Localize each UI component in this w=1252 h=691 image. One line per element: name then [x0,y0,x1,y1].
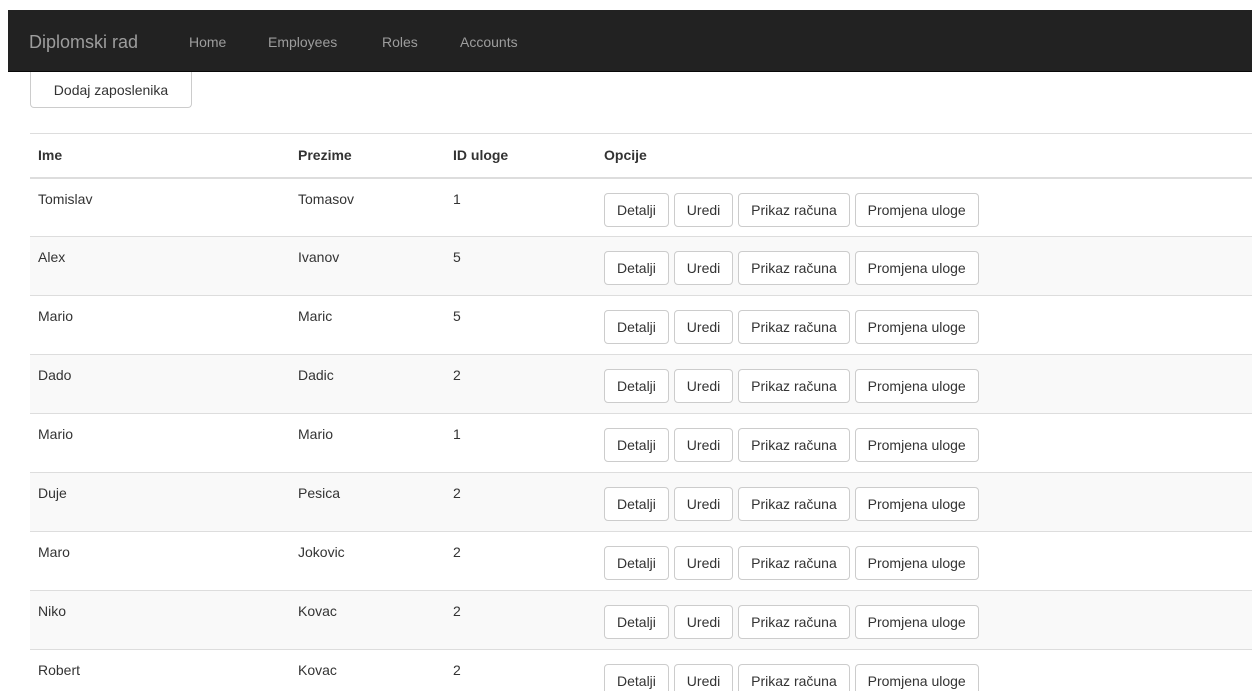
table-row: Alex Ivanov 5 Detalji Uredi Prikaz računa P… [30,236,1252,296]
details-button[interactable]: Detalji [604,664,669,691]
cell-id-uloge: 2 [445,472,596,532]
edit-button[interactable]: Uredi [673,605,734,639]
cell-id-uloge: 2 [445,590,596,650]
cell-prezime: Kovac [290,649,445,691]
table-row: Niko Kovac 2 Detalji Uredi Prikaz računa Pr… [30,590,1252,650]
view-accounts-button[interactable]: Prikaz računa [738,310,850,344]
cell-ime: Mario [30,295,290,355]
change-role-button[interactable]: Promjena uloge [854,664,979,691]
table-row: Mario Mario 1 Detalji Uredi Prikaz računa P… [30,413,1252,473]
cell-ime: Tomislav [30,177,290,237]
cell-opcije: Detalji Uredi Prikaz računa Promjena ulo… [596,295,1252,355]
cell-opcije: Detalji Uredi Prikaz računa Promjena ulo… [596,236,1252,296]
cell-id-uloge: 5 [445,236,596,296]
cell-id-uloge: 1 [445,413,596,473]
change-role-button[interactable]: Promjena uloge [854,310,979,344]
edit-button[interactable]: Uredi [673,369,734,403]
cell-prezime: Maric [290,295,445,355]
cell-ime: Maro [30,531,290,591]
change-role-button[interactable]: Promjena uloge [854,605,979,639]
view-accounts-button[interactable]: Prikaz računa [738,605,850,639]
cell-prezime: Tomasov [290,177,445,237]
cell-id-uloge: 2 [445,354,596,414]
view-accounts-button[interactable]: Prikaz računa [738,664,850,691]
details-button[interactable]: Detalji [604,369,669,403]
cell-opcije: Detalji Uredi Prikaz računa Promjena ulo… [596,177,1252,237]
change-role-button[interactable]: Promjena uloge [854,487,979,521]
cell-id-uloge: 2 [445,531,596,591]
details-button[interactable]: Detalji [604,605,669,639]
edit-button[interactable]: Uredi [673,546,734,580]
table-row: Tomislav Tomasov 1 Detalji Uredi Prikaz rač… [30,177,1252,237]
view-accounts-button[interactable]: Prikaz računa [738,251,850,285]
nav-link-employees[interactable]: Employees [268,32,337,52]
edit-button[interactable]: Uredi [673,310,734,344]
view-accounts-button[interactable]: Prikaz računa [738,428,850,462]
add-employee-button[interactable]: Dodaj zaposlenika [30,72,192,108]
cell-prezime: Ivanov [290,236,445,296]
details-button[interactable]: Detalji [604,546,669,580]
cell-id-uloge: 5 [445,295,596,355]
table-body: Tomislav Tomasov 1 Detalji Uredi Prikaz rač… [30,177,1252,691]
change-role-button[interactable]: Promjena uloge [854,251,979,285]
cell-opcije: Detalji Uredi Prikaz računa Promjena ulo… [596,649,1252,691]
employees-table: Ime Prezime ID uloge Opcije Tomislav Toma… [30,133,1252,691]
navbar-brand[interactable]: Diplomski rad [29,30,138,54]
table-header-row: Ime Prezime ID uloge Opcije [30,133,1252,179]
nav-link-accounts[interactable]: Accounts [460,32,518,52]
details-button[interactable]: Detalji [604,310,669,344]
edit-button[interactable]: Uredi [673,664,734,691]
cell-id-uloge: 1 [445,177,596,237]
cell-ime: Duje [30,472,290,532]
details-button[interactable]: Detalji [604,192,669,227]
change-role-button[interactable]: Promjena uloge [854,369,979,403]
cell-ime: Robert [30,649,290,691]
change-role-button[interactable]: Promjena uloge [854,546,979,580]
cell-opcije: Detalji Uredi Prikaz računa Promjena ulo… [596,531,1252,591]
view-accounts-button[interactable]: Prikaz računa [738,369,850,403]
cell-opcije: Detalji Uredi Prikaz računa Promjena ulo… [596,413,1252,473]
column-header-opcije: Opcije [596,133,1252,179]
details-button[interactable]: Detalji [604,251,669,285]
table-row: Robert Kovac 2 Detalji Uredi Prikaz računa … [30,649,1252,691]
table-row: Mario Maric 5 Detalji Uredi Prikaz računa P… [30,295,1252,355]
edit-button[interactable]: Uredi [673,251,734,285]
nav-link-roles[interactable]: Roles [382,32,418,52]
cell-opcije: Detalji Uredi Prikaz računa Promjena ulo… [596,590,1252,650]
cell-prezime: Jokovic [290,531,445,591]
column-header-ime: Ime [30,133,290,179]
cell-prezime: Kovac [290,590,445,650]
cell-id-uloge: 2 [445,649,596,691]
cell-ime: Niko [30,590,290,650]
cell-prezime: Mario [290,413,445,473]
edit-button[interactable]: Uredi [673,487,734,521]
cell-ime: Mario [30,413,290,473]
table-row: Maro Jokovic 2 Detalji Uredi Prikaz računa … [30,531,1252,591]
change-role-button[interactable]: Promjena uloge [854,192,979,227]
column-header-prezime: Prezime [290,133,445,179]
edit-button[interactable]: Uredi [673,192,734,227]
page: Diplomski rad Home Employees Roles Accou… [0,0,1252,691]
cell-prezime: Dadic [290,354,445,414]
table-row: Duje Pesica 2 Detalji Uredi Prikaz računa P… [30,472,1252,532]
view-accounts-button[interactable]: Prikaz računa [738,192,850,227]
change-role-button[interactable]: Promjena uloge [854,428,979,462]
cell-opcije: Detalji Uredi Prikaz računa Promjena ulo… [596,472,1252,532]
view-accounts-button[interactable]: Prikaz računa [738,546,850,580]
cell-ime: Dado [30,354,290,414]
cell-prezime: Pesica [290,472,445,532]
details-button[interactable]: Detalji [604,487,669,521]
details-button[interactable]: Detalji [604,428,669,462]
cell-ime: Alex [30,236,290,296]
nav-link-home[interactable]: Home [189,32,226,52]
table-row: Dado Dadic 2 Detalji Uredi Prikaz računa Pr… [30,354,1252,414]
column-header-id-uloge: ID uloge [445,133,596,179]
cell-opcije: Detalji Uredi Prikaz računa Promjena ulo… [596,354,1252,414]
view-accounts-button[interactable]: Prikaz računa [738,487,850,521]
edit-button[interactable]: Uredi [673,428,734,462]
navbar: Diplomski rad Home Employees Roles Accou… [8,10,1252,72]
